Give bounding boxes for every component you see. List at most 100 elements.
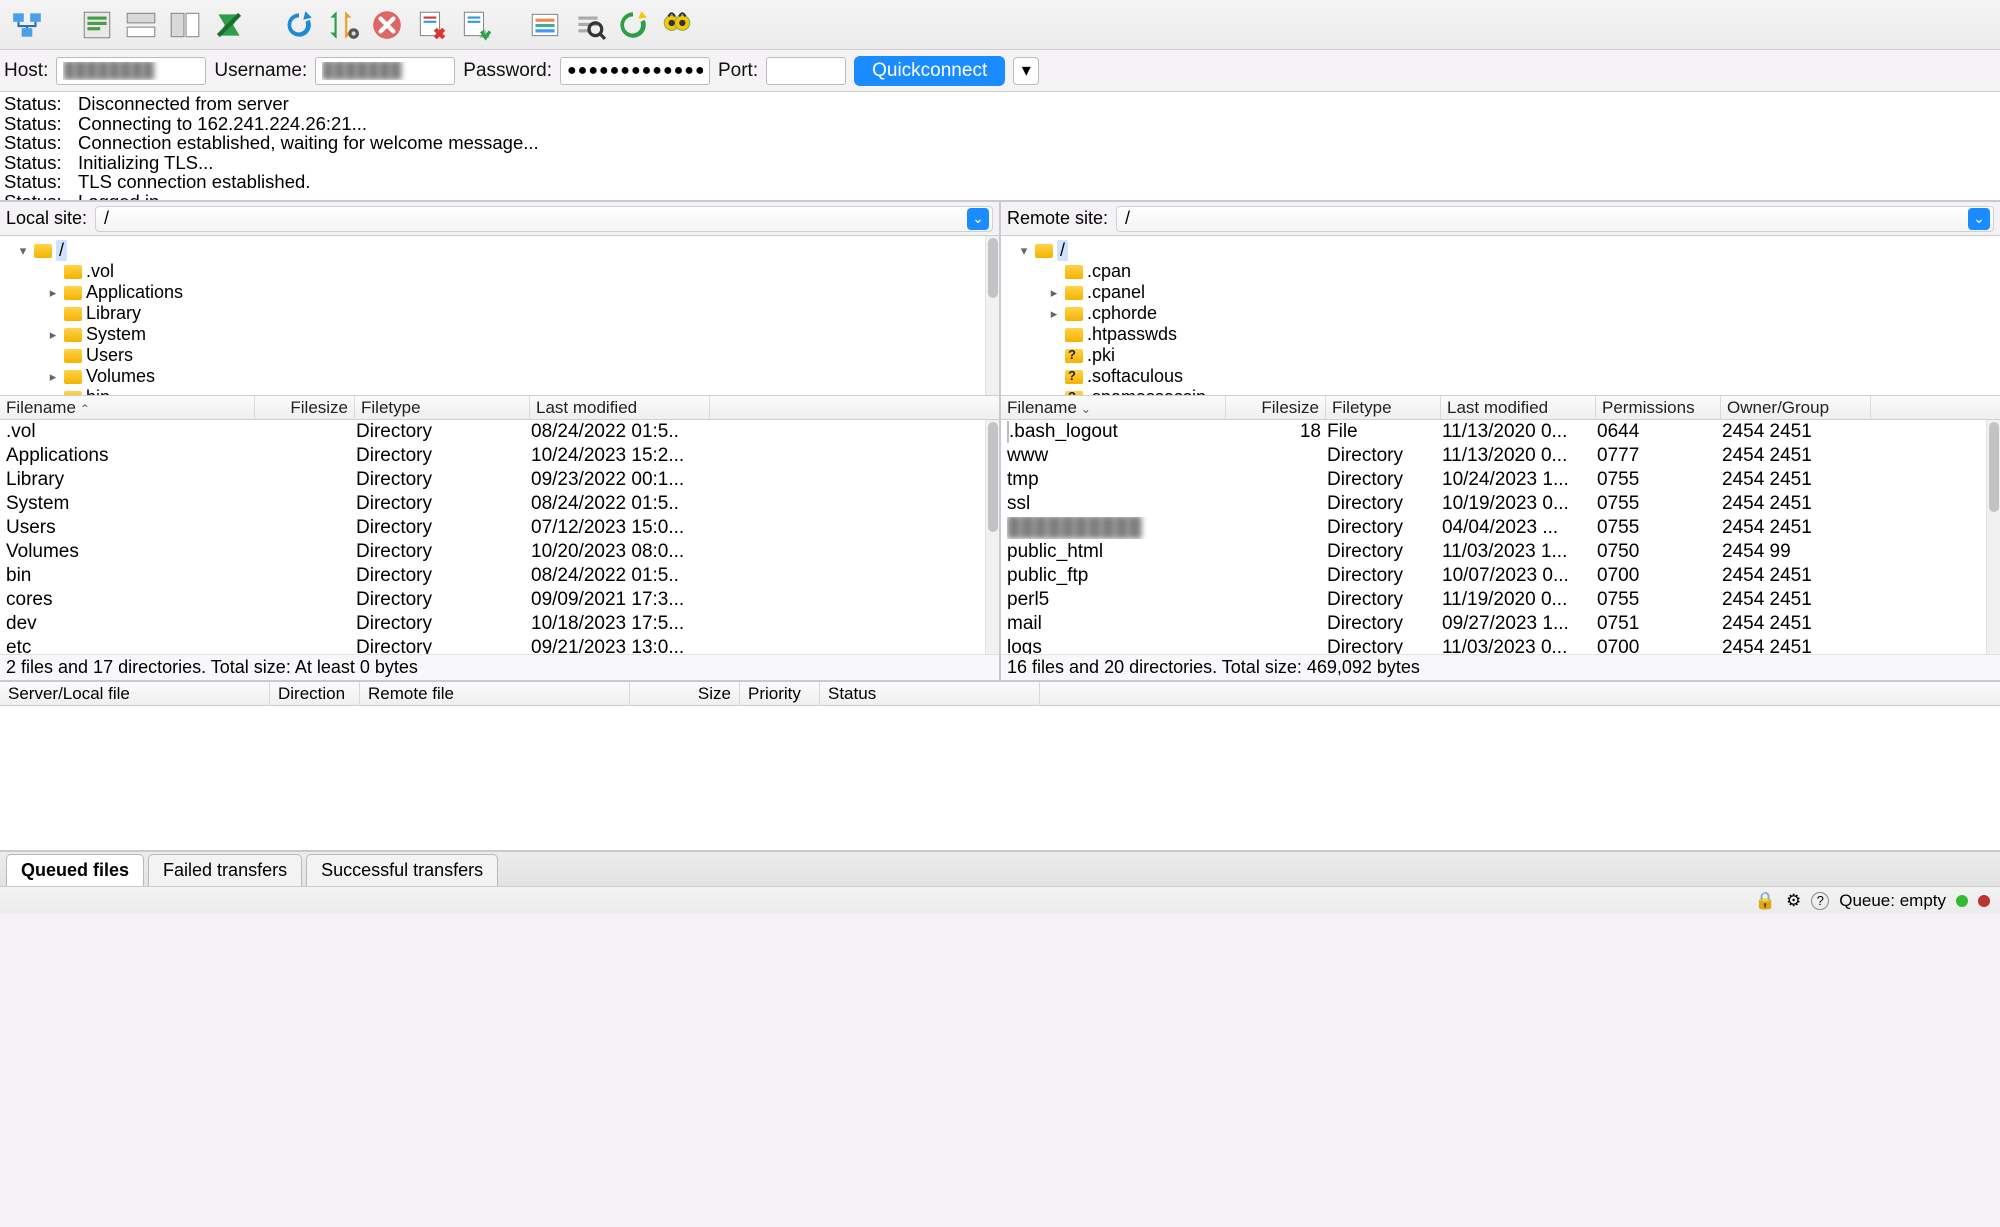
col-filetype[interactable]: Filetype bbox=[1326, 396, 1441, 420]
disclosure-icon[interactable]: ▸ bbox=[46, 369, 60, 385]
tree-item[interactable]: ▸ System bbox=[6, 324, 993, 345]
remote-tree[interactable]: ▾ / .cpan▸ .cpanel▸ .cphorde .htpasswds … bbox=[1001, 236, 2000, 396]
tree-item[interactable]: .pki bbox=[1007, 345, 1994, 366]
file-row[interactable]: ApplicationsDirectory10/24/2023 15:2... bbox=[0, 444, 999, 468]
file-row[interactable]: .bash_logout18File11/13/2020 0...0644245… bbox=[1001, 420, 2000, 444]
file-row[interactable]: .volDirectory08/24/2022 01:5.. bbox=[0, 420, 999, 444]
col-modified[interactable]: Last modified bbox=[1441, 396, 1596, 420]
chevron-down-icon[interactable]: ⌄ bbox=[1968, 208, 1990, 230]
remote-site-combo[interactable]: ⌄ bbox=[1116, 206, 1994, 232]
toggle-queue-icon[interactable] bbox=[210, 6, 248, 44]
tree-item[interactable]: Library bbox=[6, 303, 993, 324]
file-row[interactable]: ██████████Directory04/04/2023 ...0755245… bbox=[1001, 516, 2000, 540]
qcol-direction[interactable]: Direction bbox=[270, 682, 360, 706]
disconnect-icon[interactable] bbox=[412, 6, 450, 44]
tree-item[interactable]: .cpan bbox=[1007, 261, 1994, 282]
file-row[interactable]: tmpDirectory10/24/2023 1...07552454 2451 bbox=[1001, 468, 2000, 492]
toggle-log-icon[interactable] bbox=[78, 6, 116, 44]
col-filesize[interactable]: Filesize bbox=[255, 396, 355, 420]
reconnect-icon[interactable] bbox=[456, 6, 494, 44]
tab-successful[interactable]: Successful transfers bbox=[306, 854, 498, 886]
disclosure-icon[interactable]: ▸ bbox=[46, 285, 60, 301]
col-filesize[interactable]: Filesize bbox=[1226, 396, 1326, 420]
queue-body[interactable] bbox=[0, 706, 2000, 850]
tab-failed[interactable]: Failed transfers bbox=[148, 854, 302, 886]
tree-item[interactable]: bin bbox=[6, 387, 993, 396]
col-owner[interactable]: Owner/Group bbox=[1721, 396, 1871, 420]
tree-item[interactable]: ▾ / bbox=[1007, 240, 1994, 261]
qcol-server[interactable]: Server/Local file bbox=[0, 682, 270, 706]
file-row[interactable]: LibraryDirectory09/23/2022 00:1... bbox=[0, 468, 999, 492]
col-filetype[interactable]: Filetype bbox=[355, 396, 530, 420]
cancel-icon[interactable] bbox=[368, 6, 406, 44]
message-log[interactable]: Status:Disconnected from serverStatus:Co… bbox=[0, 92, 2000, 202]
compare-icon[interactable] bbox=[614, 6, 652, 44]
tree-item[interactable]: Users bbox=[6, 345, 993, 366]
settings-icon[interactable]: ⚙ bbox=[1786, 891, 1801, 911]
qcol-priority[interactable]: Priority bbox=[740, 682, 820, 706]
file-row[interactable]: SystemDirectory08/24/2022 01:5.. bbox=[0, 492, 999, 516]
quickconnect-history-dropdown[interactable]: ▾ bbox=[1013, 57, 1039, 85]
file-row[interactable]: etcDirectory09/21/2023 13:0... bbox=[0, 636, 999, 654]
host-input[interactable] bbox=[56, 57, 206, 85]
qcol-remote[interactable]: Remote file bbox=[360, 682, 630, 706]
file-row[interactable]: UsersDirectory07/12/2023 15:0... bbox=[0, 516, 999, 540]
file-row[interactable]: devDirectory10/18/2023 17:5... bbox=[0, 612, 999, 636]
file-row[interactable]: VolumesDirectory10/20/2023 08:0... bbox=[0, 540, 999, 564]
col-filename[interactable]: Filename⌃ bbox=[0, 396, 255, 420]
local-file-list[interactable]: .volDirectory08/24/2022 01:5.. Applicati… bbox=[0, 420, 999, 654]
disclosure-icon[interactable]: ▸ bbox=[46, 327, 60, 343]
local-site-input[interactable] bbox=[96, 206, 967, 231]
tree-item[interactable]: ▸ .cpanel bbox=[1007, 282, 1994, 303]
file-row[interactable]: logsDirectory11/03/2023 0...07002454 245… bbox=[1001, 636, 2000, 654]
scrollbar[interactable] bbox=[985, 420, 999, 654]
find-icon[interactable] bbox=[658, 6, 696, 44]
scrollbar[interactable] bbox=[985, 236, 999, 395]
lock-icon[interactable]: 🔒 bbox=[1755, 891, 1776, 911]
disclosure-icon[interactable]: ▸ bbox=[1047, 306, 1061, 322]
process-queue-icon[interactable] bbox=[324, 6, 362, 44]
file-row[interactable]: public_htmlDirectory11/03/2023 1...07502… bbox=[1001, 540, 2000, 564]
scrollbar[interactable] bbox=[1986, 420, 2000, 654]
tree-item[interactable]: .vol bbox=[6, 261, 993, 282]
file-row[interactable]: binDirectory08/24/2022 01:5.. bbox=[0, 564, 999, 588]
file-row[interactable]: wwwDirectory11/13/2020 0...07772454 2451 bbox=[1001, 444, 2000, 468]
qcol-size[interactable]: Size bbox=[630, 682, 740, 706]
local-site-combo[interactable]: ⌄ bbox=[95, 206, 993, 232]
remote-file-list[interactable]: .bash_logout18File11/13/2020 0...0644245… bbox=[1001, 420, 2000, 654]
disclosure-icon[interactable]: ▾ bbox=[16, 243, 30, 259]
file-row[interactable]: mailDirectory09/27/2023 1...07512454 245… bbox=[1001, 612, 2000, 636]
search-icon[interactable] bbox=[570, 6, 608, 44]
tree-item[interactable]: ▸ .cphorde bbox=[1007, 303, 1994, 324]
col-filename[interactable]: Filename⌄ bbox=[1001, 396, 1226, 420]
file-row[interactable]: perl5Directory11/19/2020 0...07552454 24… bbox=[1001, 588, 2000, 612]
disclosure-icon[interactable]: ▸ bbox=[1047, 285, 1061, 301]
tree-item[interactable]: ▸ Volumes bbox=[6, 366, 993, 387]
qcol-status[interactable]: Status bbox=[820, 682, 1040, 706]
toggle-local-tree-icon[interactable] bbox=[122, 6, 160, 44]
file-row[interactable]: public_ftpDirectory10/07/2023 0...070024… bbox=[1001, 564, 2000, 588]
help-icon[interactable]: ? bbox=[1811, 892, 1829, 910]
tab-queued[interactable]: Queued files bbox=[6, 854, 144, 886]
remote-site-input[interactable] bbox=[1117, 206, 1968, 231]
site-manager-icon[interactable] bbox=[8, 6, 46, 44]
disclosure-icon[interactable]: ▾ bbox=[1017, 243, 1031, 259]
toggle-remote-tree-icon[interactable] bbox=[166, 6, 204, 44]
tree-item[interactable]: ▸ Applications bbox=[6, 282, 993, 303]
filter-icon[interactable] bbox=[526, 6, 564, 44]
username-input[interactable] bbox=[315, 57, 455, 85]
tree-item[interactable]: .softaculous bbox=[1007, 366, 1994, 387]
tree-item[interactable]: ▾ / bbox=[6, 240, 993, 261]
file-row[interactable]: sslDirectory10/19/2023 0...07552454 2451 bbox=[1001, 492, 2000, 516]
password-input[interactable] bbox=[560, 57, 710, 85]
col-perms[interactable]: Permissions bbox=[1596, 396, 1721, 420]
col-modified[interactable]: Last modified bbox=[530, 396, 710, 420]
port-input[interactable] bbox=[766, 57, 846, 85]
local-tree[interactable]: ▾ / .vol▸ Applications Library▸ System U… bbox=[0, 236, 999, 396]
chevron-down-icon[interactable]: ⌄ bbox=[967, 208, 989, 230]
tree-item[interactable]: .htpasswds bbox=[1007, 324, 1994, 345]
quickconnect-button[interactable]: Quickconnect bbox=[854, 56, 1005, 86]
tree-item[interactable]: .spamassassin bbox=[1007, 387, 1994, 396]
file-row[interactable]: coresDirectory09/09/2021 17:3... bbox=[0, 588, 999, 612]
refresh-icon[interactable] bbox=[280, 6, 318, 44]
